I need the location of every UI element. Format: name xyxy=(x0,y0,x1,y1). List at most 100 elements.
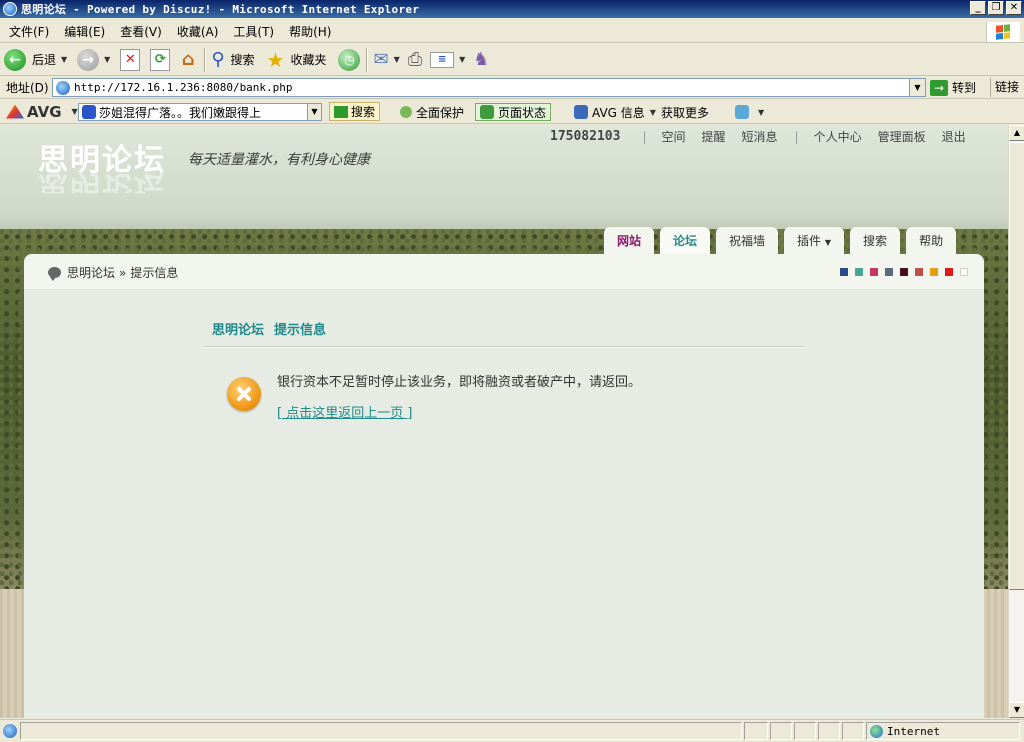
stop-button[interactable]: ✕ xyxy=(120,46,141,74)
go-arrow-icon: → xyxy=(930,79,948,96)
menu-bar: 文件(F) 编辑(E) 查看(V) 收藏(A) 工具(T) 帮助(H) xyxy=(0,20,1024,43)
edit-button[interactable]: ≡ ▼ xyxy=(430,46,465,74)
nav-admin-link[interactable]: 管理面板 xyxy=(878,128,926,145)
stop-icon: ✕ xyxy=(120,48,141,71)
theme-swatch[interactable] xyxy=(900,268,908,276)
status-page-icon xyxy=(3,724,17,738)
menu-file[interactable]: 文件(F) xyxy=(9,23,49,40)
scroll-up-icon[interactable]: ▲ xyxy=(1009,125,1024,141)
go-label: 转到 xyxy=(952,81,977,95)
forward-button[interactable]: → ▼ xyxy=(77,46,110,74)
favorites-button[interactable]: ★ 收藏夹 xyxy=(267,46,327,74)
address-dropdown-icon[interactable]: ▼ xyxy=(909,79,925,96)
shield-icon xyxy=(400,106,412,118)
favorites-label: 收藏夹 xyxy=(290,53,327,67)
theme-swatch[interactable] xyxy=(840,268,848,276)
back-dropdown-icon[interactable]: ▼ xyxy=(61,55,67,64)
nav-profile-link[interactable]: 个人中心 xyxy=(814,128,862,145)
minimize-button[interactable]: _ xyxy=(970,1,986,15)
go-button[interactable]: → 转到 xyxy=(930,78,976,97)
printer-icon: ⎙ xyxy=(407,49,423,70)
windows-logo xyxy=(986,22,1020,42)
print-button[interactable]: ⎙ xyxy=(408,46,422,74)
mail-button[interactable]: ✉ ▼ xyxy=(373,46,399,74)
avg-dropdown-icon[interactable]: ▼ xyxy=(72,107,78,116)
mail-dropdown-icon[interactable]: ▼ xyxy=(394,55,400,64)
windows-flag-icon xyxy=(996,24,1010,40)
baidu-paw-icon xyxy=(82,105,96,119)
scroll-down-icon[interactable]: ▼ xyxy=(1009,702,1024,718)
avg-extra-dropdown-icon[interactable]: ▼ xyxy=(758,108,764,117)
info-icon xyxy=(574,105,588,119)
theme-swatch[interactable] xyxy=(855,268,863,276)
home-button[interactable]: ⌂ xyxy=(178,46,198,74)
messenger-button[interactable]: ♞ xyxy=(473,46,489,74)
avg-extra-button[interactable]: ▼ xyxy=(735,103,764,121)
menu-edit[interactable]: 编辑(E) xyxy=(64,23,105,40)
page-status-button[interactable]: 页面状态 xyxy=(475,103,552,121)
restore-button[interactable]: ❐ xyxy=(988,1,1004,15)
tab-help[interactable]: 帮助 xyxy=(906,227,957,254)
avg-search-input[interactable]: 莎姐混得广落。。我们嫩跟得上 ▼ xyxy=(78,103,322,121)
search-magnifier-icon: ⚲ xyxy=(211,49,225,70)
nav-logout-link[interactable]: 退出 xyxy=(942,128,966,145)
back-link[interactable]: [ 点击这里返回上一页 ] xyxy=(277,402,412,421)
breadcrumb-home[interactable]: 思明论坛 xyxy=(67,264,115,281)
scroll-thumb[interactable] xyxy=(1009,142,1024,590)
status-cell xyxy=(770,722,792,740)
nav-reminder-link[interactable]: 提醒 xyxy=(702,128,726,145)
message-title: 思明论坛 提示信息 xyxy=(212,319,336,338)
avg-info-button[interactable]: AVG 信息 ▼ xyxy=(574,103,656,121)
theme-swatch[interactable] xyxy=(885,268,893,276)
forward-dropdown-icon[interactable]: ▼ xyxy=(104,55,110,64)
user-nav: 175082103 | 空间 提醒 短消息 | 个人中心 管理面板 退出 xyxy=(550,128,975,145)
toolbar-separator xyxy=(366,47,368,72)
avg-search-dropdown-icon[interactable]: ▼ xyxy=(307,104,321,120)
globe-icon xyxy=(870,724,883,738)
address-url[interactable]: http://172.16.1.236:8080/bank.php xyxy=(74,81,293,94)
username-link[interactable]: 175082103 xyxy=(550,129,620,144)
full-protection-button[interactable]: 全面保护 xyxy=(400,103,464,121)
avg-logo[interactable]: AVG ▼ xyxy=(6,103,78,121)
search-button[interactable]: ⚲ 搜索 xyxy=(211,46,254,74)
tab-wish-wall[interactable]: 祝福墙 xyxy=(716,227,779,254)
avg-search-button[interactable]: 搜索 xyxy=(329,102,381,121)
nav-pm-link[interactable]: 短消息 xyxy=(742,128,778,145)
history-button[interactable]: ◷ xyxy=(338,46,361,74)
theme-swatch[interactable] xyxy=(945,268,953,276)
breadcrumb: 思明论坛 » 提示信息 xyxy=(48,264,178,281)
favorites-star-icon: ★ xyxy=(266,47,285,72)
vertical-scrollbar[interactable]: ▲ ▼ xyxy=(1008,125,1024,718)
page-status-label: 页面状态 xyxy=(498,105,547,120)
menu-favorites[interactable]: 收藏(A) xyxy=(177,23,219,40)
back-button[interactable]: ← 后退 ▼ xyxy=(4,46,67,74)
get-more-button[interactable]: 获取更多 xyxy=(661,103,709,121)
avg-info-dropdown-icon[interactable]: ▼ xyxy=(650,108,656,117)
address-input[interactable]: http://172.16.1.236:8080/bank.php ▼ xyxy=(52,78,926,97)
theme-swatch[interactable] xyxy=(960,268,968,276)
speech-bubble-icon xyxy=(48,267,61,281)
theme-swatch[interactable] xyxy=(915,268,923,276)
nav-space-link[interactable]: 空间 xyxy=(662,128,686,145)
tab-website[interactable]: 网站 xyxy=(604,227,655,254)
breadcrumb-current: 提示信息 xyxy=(130,266,179,280)
status-cell xyxy=(794,722,816,740)
edit-dropdown-icon[interactable]: ▼ xyxy=(459,55,465,64)
menu-help[interactable]: 帮助(H) xyxy=(289,23,331,40)
tab-forum[interactable]: 论坛 xyxy=(660,227,711,254)
message-title-site[interactable]: 思明论坛 xyxy=(212,323,264,338)
recycle-icon xyxy=(735,105,749,119)
close-button[interactable]: ✕ xyxy=(1006,1,1022,15)
avg-search-value[interactable]: 莎姐混得广落。。我们嫩跟得上 xyxy=(99,104,261,121)
menu-tools[interactable]: 工具(T) xyxy=(233,23,274,40)
window-title-bar: 思明论坛 - Powered by Discuz! - Microsoft In… xyxy=(0,0,1024,18)
links-button[interactable]: 链接 xyxy=(990,78,1019,97)
tab-search[interactable]: 搜索 xyxy=(850,227,901,254)
avg-logo-icon xyxy=(6,104,24,119)
menu-view[interactable]: 查看(V) xyxy=(120,23,162,40)
tab-plugins[interactable]: 插件 ▼ xyxy=(784,227,845,254)
theme-swatch[interactable] xyxy=(930,268,938,276)
web-page: 思明论坛 思明论坛 每天适量灌水，有利身心健康 175082103 | 空间 提… xyxy=(0,125,1008,718)
theme-swatch[interactable] xyxy=(870,268,878,276)
refresh-button[interactable]: ⟳ xyxy=(150,46,171,74)
